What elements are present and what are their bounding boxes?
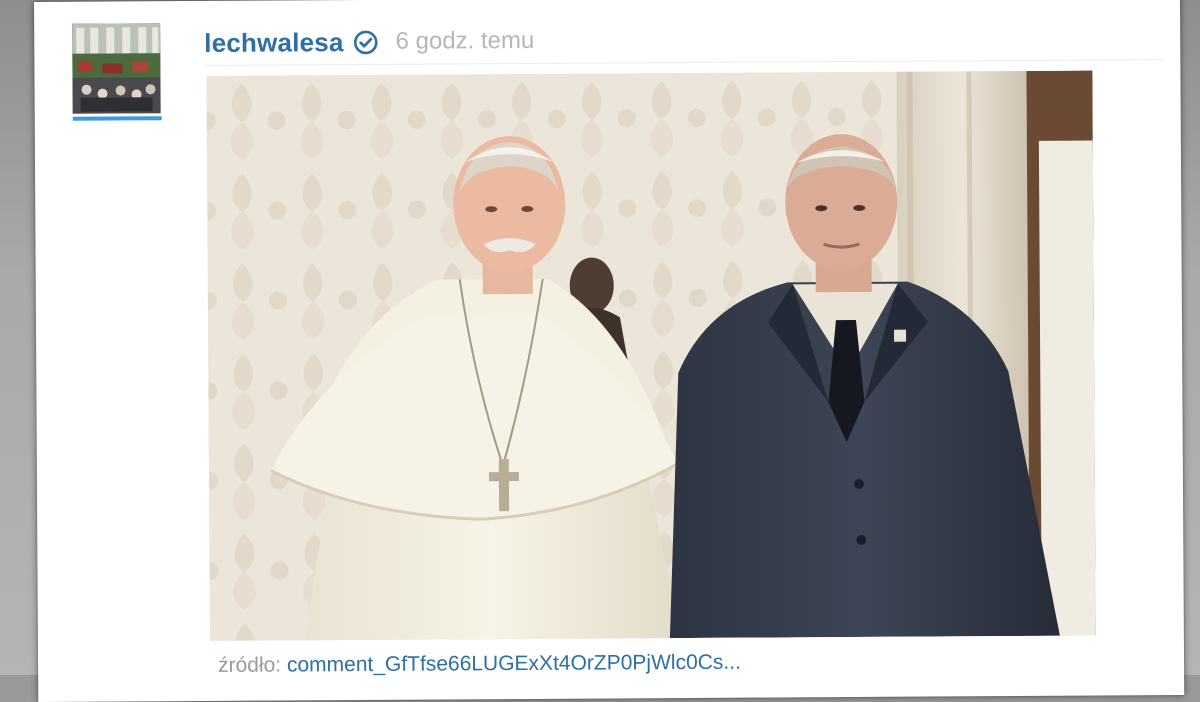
- photo-source-caption: źródło: comment_GfTfse66LUGExXt4OrZP0PjW…: [218, 651, 741, 678]
- avatar-image: [72, 23, 161, 114]
- verified-check-icon: [353, 29, 378, 54]
- post-photo[interactable]: [206, 70, 1096, 641]
- source-label: źródło:: [217, 653, 282, 677]
- post-photo-image: [206, 70, 1096, 641]
- post-timestamp: 6 godz. temu: [395, 26, 535, 55]
- username-link[interactable]: lechwalesa: [204, 27, 343, 59]
- source-link[interactable]: comment_GfTfse66LUGExXt4OrZP0PjWlc0Cs...: [287, 651, 741, 677]
- avatar[interactable]: [72, 23, 161, 114]
- post-header: lechwalesa 6 godz. temu: [204, 21, 534, 63]
- avatar-active-underline: [72, 116, 162, 121]
- instagram-post-card: lechwalesa 6 godz. temu źródło: comment_…: [34, 0, 1185, 702]
